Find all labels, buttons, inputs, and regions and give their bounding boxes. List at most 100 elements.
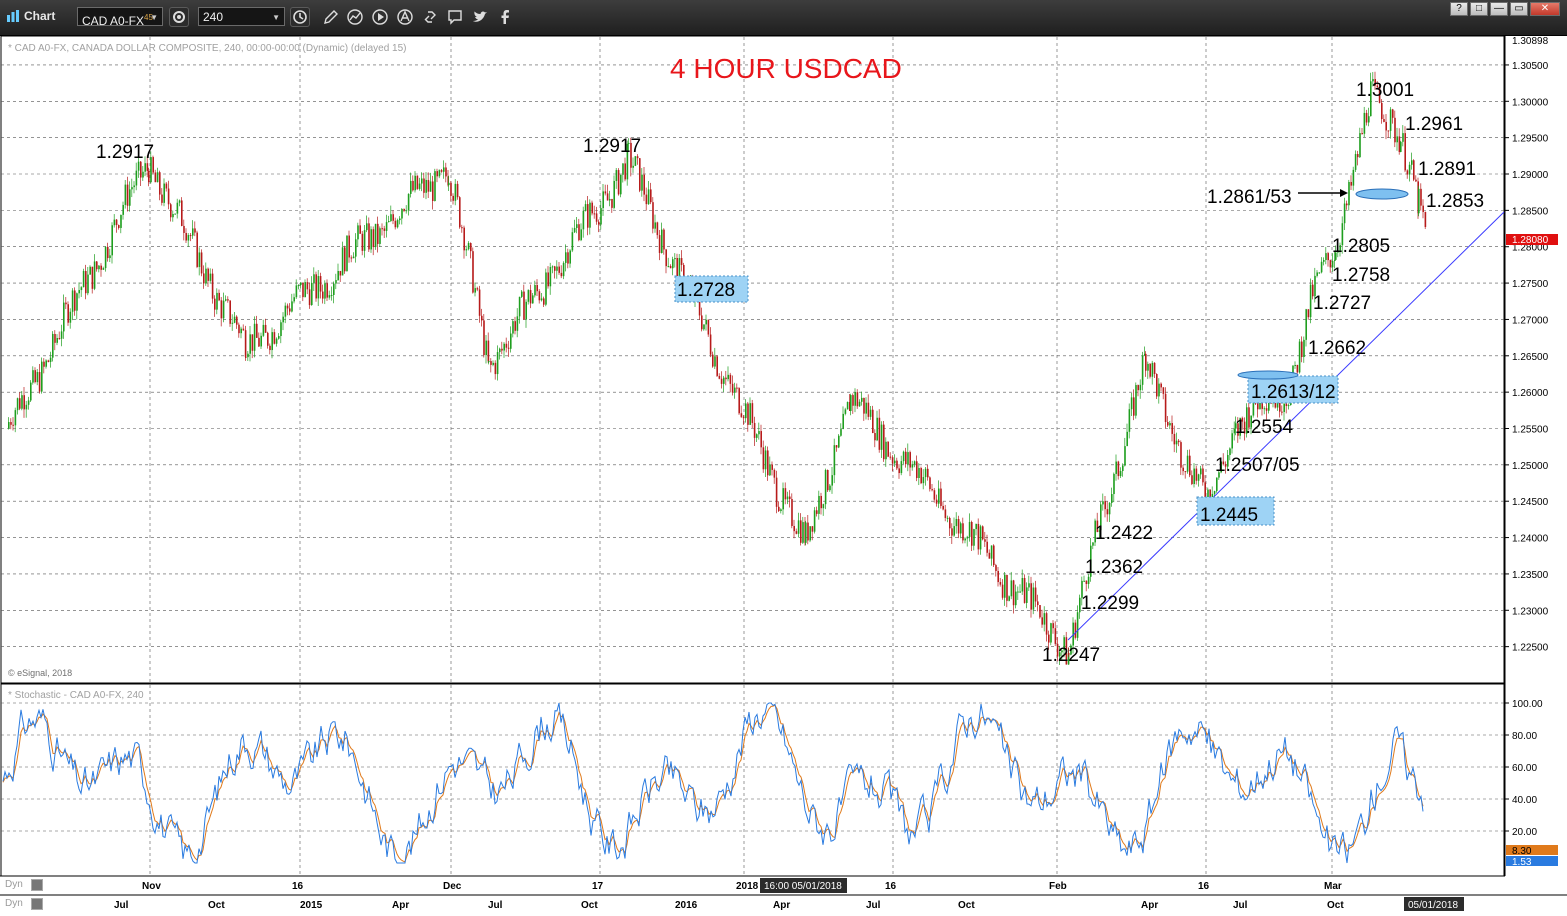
chevron-down-icon[interactable]: ▼ xyxy=(272,8,280,27)
facebook-icon[interactable] xyxy=(496,8,514,26)
candle-body xyxy=(200,252,203,274)
candle-body xyxy=(100,265,102,270)
candle-body xyxy=(63,302,65,332)
comment-icon[interactable] xyxy=(446,8,464,26)
candle-body xyxy=(927,468,929,478)
candle-body xyxy=(414,175,416,191)
candle-body xyxy=(1021,577,1024,592)
candle-body xyxy=(658,235,661,253)
candle-body xyxy=(918,468,920,479)
candle-body xyxy=(1268,402,1270,411)
candle-body xyxy=(1147,363,1149,371)
candle-body xyxy=(955,518,958,527)
alert-icon[interactable] xyxy=(396,8,414,26)
candle-body xyxy=(163,183,165,203)
candle-body xyxy=(109,255,111,259)
candle-body xyxy=(1169,423,1171,426)
candle-body xyxy=(1361,133,1363,135)
candle-body xyxy=(924,468,927,478)
candle-body xyxy=(19,398,21,409)
candle-body xyxy=(293,297,295,302)
candle-body xyxy=(341,247,344,276)
dyn-toggle-icon[interactable] xyxy=(31,898,43,910)
candle-body xyxy=(680,258,683,265)
candle-body xyxy=(624,163,626,180)
close-button[interactable]: ✕ xyxy=(1530,2,1560,16)
stochastic-pane[interactable] xyxy=(0,683,1505,877)
annotation: 1.2507/05 xyxy=(1215,455,1300,476)
candle-body xyxy=(154,172,157,183)
candle-body xyxy=(1092,542,1094,546)
stoch-header: * Stochastic - CAD A0-FX, 240 xyxy=(8,690,144,701)
candle-body xyxy=(620,174,622,195)
time-label-top: Feb xyxy=(1049,881,1067,892)
candle-body xyxy=(300,282,302,286)
annotation: 1.2554 xyxy=(1235,417,1294,438)
candle-body xyxy=(374,223,377,248)
clock-button[interactable] xyxy=(290,7,310,27)
price-pane[interactable] xyxy=(0,36,1505,684)
candle-body xyxy=(1318,272,1321,274)
candle-body xyxy=(988,552,991,559)
candle-body xyxy=(957,518,960,534)
candle-body xyxy=(909,452,911,468)
help-button[interactable]: ? xyxy=(1450,2,1468,16)
candle-body xyxy=(556,266,558,271)
candle-body xyxy=(1346,203,1348,206)
restore-button[interactable]: □ xyxy=(1470,2,1488,16)
candle-body xyxy=(388,221,390,223)
chart-area[interactable]: * CAD A0-FX, CANADA DOLLAR COMPOSITE, 24… xyxy=(0,36,1567,916)
candle-body xyxy=(1054,628,1057,644)
candle-body xyxy=(120,214,122,228)
candle-body xyxy=(840,429,842,436)
candle-body xyxy=(176,202,179,214)
candle-body xyxy=(264,324,267,333)
candle-body xyxy=(824,469,827,505)
candle-body xyxy=(474,288,476,293)
candle-body xyxy=(60,331,63,339)
chevron-down-icon[interactable]: ▼ xyxy=(150,8,158,27)
maximize-button[interactable]: ▭ xyxy=(1510,2,1528,16)
price-chart-svg[interactable]: * CAD A0-FX, CANADA DOLLAR COMPOSITE, 24… xyxy=(0,36,1567,916)
time-label-bottom: 2016 xyxy=(675,900,698,911)
trend-icon[interactable] xyxy=(346,8,364,26)
candle-body xyxy=(979,526,982,550)
settings-button[interactable] xyxy=(169,7,189,27)
symbol-field[interactable]: CAD A0-FX45 ▼ xyxy=(77,7,163,28)
minimize-button[interactable]: — xyxy=(1490,2,1508,16)
interval-field[interactable]: 240 ▼ xyxy=(198,7,285,26)
candle-body xyxy=(1359,133,1361,158)
annotation: 1.2299 xyxy=(1081,593,1139,614)
candle-body xyxy=(701,315,703,330)
candle-body xyxy=(370,229,372,250)
price-tick-label: 1.26500 xyxy=(1512,352,1549,363)
chart-app-icon xyxy=(7,10,19,22)
play-icon[interactable] xyxy=(371,8,389,26)
candle-body xyxy=(1019,591,1021,593)
candle-body xyxy=(898,468,900,474)
candle-body xyxy=(308,289,311,306)
twitter-icon[interactable] xyxy=(471,8,489,26)
candle-body xyxy=(993,545,995,566)
candle-body xyxy=(1050,623,1052,643)
candle-body xyxy=(982,526,984,540)
crosshair-time: 16:00 05/01/2018 xyxy=(764,881,842,892)
candle-body xyxy=(12,424,14,426)
candle-body xyxy=(795,531,798,534)
interval-text: 240 xyxy=(203,10,224,24)
candle-body xyxy=(782,488,784,510)
candle-body xyxy=(652,202,654,229)
candle-body xyxy=(463,227,465,251)
price-tick-label: 1.29000 xyxy=(1512,170,1549,181)
candle-body xyxy=(245,356,247,358)
link-icon[interactable] xyxy=(421,8,439,26)
candle-body xyxy=(165,183,168,189)
pencil-icon[interactable] xyxy=(322,8,340,26)
candle-body xyxy=(986,541,988,553)
dyn-toggle-icon[interactable] xyxy=(31,879,43,891)
candle-body xyxy=(935,499,938,504)
candle-body xyxy=(846,401,849,410)
candle-body xyxy=(645,194,648,205)
candle-body xyxy=(742,416,745,419)
candle-body xyxy=(271,332,273,351)
